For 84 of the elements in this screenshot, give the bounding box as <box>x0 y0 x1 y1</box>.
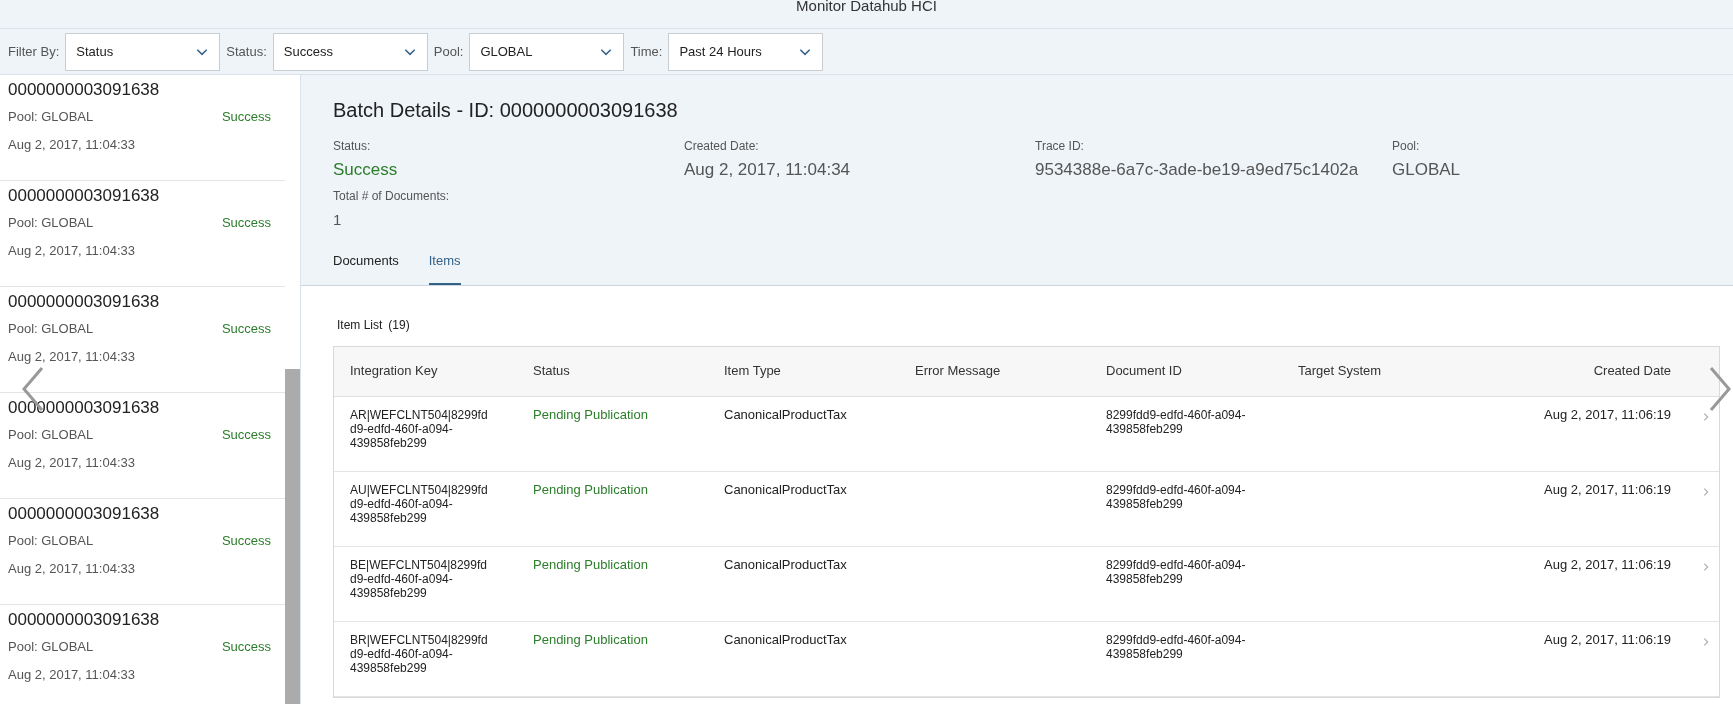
batch-id: 0000000003091638 <box>8 185 161 207</box>
field-value: Aug 2, 2017, 11:04:34 <box>684 159 852 181</box>
table-cell-text: Aug 2, 2017, 11:06:19 <box>1543 557 1671 572</box>
batch-id: 0000000003091638 <box>8 79 161 101</box>
column-header: Document ID <box>1106 362 1183 381</box>
chevron-right-icon <box>1701 486 1711 497</box>
filter-dropdown[interactable]: Success <box>272 32 428 71</box>
column-header: Status <box>533 362 571 381</box>
filter-label: Status: <box>226 42 267 61</box>
item-count: (19) <box>388 316 410 334</box>
column-header: Item Type <box>724 362 782 381</box>
batch-pool: Pool: GLOBAL <box>8 638 94 656</box>
batch-status: Success <box>221 532 272 550</box>
batch-id: 0000000003091638 <box>8 609 161 631</box>
tab[interactable]: Items <box>428 251 461 285</box>
chevron-right-icon <box>1701 411 1711 422</box>
batch-status: Success <box>221 426 272 444</box>
batch-id: 0000000003091638 <box>8 503 161 525</box>
filter-dropdown[interactable]: Status <box>65 32 221 71</box>
field-value: 9534388e-6a7c-3ade-be19-a9ed75c1402a <box>1035 159 1360 181</box>
filter-dropdown[interactable]: GLOBAL <box>469 32 625 71</box>
batch-id: 0000000003091638 <box>8 397 161 419</box>
table-cell-text: AU|WEFCLNT504|8299fdd9-edfd-460f-a094-439858feb299 <box>350 482 489 525</box>
field-value: Success <box>333 159 399 181</box>
batch-date: Aug 2, 2017, 11:04:33 <box>8 559 136 578</box>
batch-pool: Pool: GLOBAL <box>8 320 94 338</box>
field-label: Trace ID: <box>1035 138 1085 155</box>
column-header: Created Date <box>1592 362 1671 381</box>
table-cell-text: Pending Publication <box>533 482 649 497</box>
table-cell-text: Aug 2, 2017, 11:06:19 <box>1543 632 1671 647</box>
batch-status: Success <box>221 108 272 126</box>
table-cell-text: 8299fdd9-edfd-460f-a094-439858feb299 <box>1106 632 1247 661</box>
table-row[interactable]: AR|WEFCLNT504|8299fdd9-edfd-460f-a094-439858feb299 Pending Publication CanonicalProductTax 8299fdd9-edfd-460f-a094-439858feb299 Aug 2, 2017, 11:06:19 <box>334 396 1719 472</box>
table-cell-text: CanonicalProductTax <box>724 407 848 422</box>
table-row[interactable]: BR|WEFCLNT504|8299fdd9-edfd-460f-a094-439858feb299 Pending Publication CanonicalProductTax 8299fdd9-edfd-460f-a094-439858feb299 Aug 2, 2017, 11:06:19 <box>334 621 1719 697</box>
batch-date: Aug 2, 2017, 11:04:33 <box>8 453 136 472</box>
table-row[interactable]: AU|WEFCLNT504|8299fdd9-edfd-460f-a094-439858feb299 Pending Publication CanonicalProductTax 8299fdd9-edfd-460f-a094-439858feb299 Aug 2, 2017, 11:06:19 <box>334 471 1719 547</box>
filter-dropdown[interactable]: Past 24 Hours <box>668 32 824 71</box>
batch-status: Success <box>221 638 272 656</box>
filter-label: Time: <box>630 42 663 61</box>
batch-id: 0000000003091638 <box>8 291 161 313</box>
table-cell-text: Pending Publication <box>533 557 649 572</box>
chevron-right-icon <box>1701 561 1711 572</box>
table-cell-text: CanonicalProductTax <box>724 482 848 497</box>
field-label: Pool: <box>1392 138 1421 155</box>
filter-label: Filter By: <box>8 42 60 61</box>
batch-pool: Pool: GLOBAL <box>8 214 94 232</box>
field-label: Created Date: <box>684 138 760 155</box>
scrollbar-thumb[interactable] <box>285 369 300 704</box>
table-cell-text: Aug 2, 2017, 11:06:19 <box>1543 482 1671 497</box>
table-cell-text: BR|WEFCLNT504|8299fdd9-edfd-460f-a094-439858feb299 <box>350 632 489 675</box>
chevron-right-icon <box>1701 636 1711 647</box>
filter-label: Pool: <box>433 42 464 61</box>
table-cell-text: Pending Publication <box>533 632 649 647</box>
field-value: 1 <box>333 209 343 230</box>
window-title: Monitor Datahub HCI <box>796 0 937 12</box>
table-cell-text: 8299fdd9-edfd-460f-a094-439858feb299 <box>1106 407 1247 436</box>
field-label: Status: <box>333 138 372 155</box>
field-value: GLOBAL <box>1392 159 1462 181</box>
batch-status: Success <box>221 320 272 338</box>
field-label: Total # of Documents: <box>333 187 451 205</box>
table-cell-text: Pending Publication <box>533 407 649 422</box>
table-cell-text: 8299fdd9-edfd-460f-a094-439858feb299 <box>1106 482 1247 511</box>
column-header: Integration Key <box>350 362 439 381</box>
batch-date: Aug 2, 2017, 11:04:33 <box>8 347 136 366</box>
batch-date: Aug 2, 2017, 11:04:33 <box>8 241 136 260</box>
table-cell-text: CanonicalProductTax <box>724 557 848 572</box>
batch-pool: Pool: GLOBAL <box>8 532 94 550</box>
batch-details-title: Batch Details - ID: 0000000003091638 <box>333 98 679 123</box>
item-list-title: Item List <box>337 316 383 334</box>
batch-pool: Pool: GLOBAL <box>8 426 94 444</box>
batch-status: Success <box>221 214 272 232</box>
column-header: Target System <box>1298 362 1383 381</box>
tab[interactable]: Documents <box>333 251 399 285</box>
table-cell-text: 8299fdd9-edfd-460f-a094-439858feb299 <box>1106 557 1247 586</box>
column-header: Error Message <box>915 362 1002 381</box>
table-cell-text: CanonicalProductTax <box>724 632 848 647</box>
batch-date: Aug 2, 2017, 11:04:33 <box>8 135 136 154</box>
table-cell-text: BE|WEFCLNT504|8299fdd9-edfd-460f-a094-439858feb299 <box>350 557 488 600</box>
table-cell-text: Aug 2, 2017, 11:06:19 <box>1543 407 1671 422</box>
batch-date: Aug 2, 2017, 11:04:33 <box>8 665 136 684</box>
batch-pool: Pool: GLOBAL <box>8 108 94 126</box>
table-row[interactable]: BE|WEFCLNT504|8299fdd9-edfd-460f-a094-439858feb299 Pending Publication CanonicalProductTax 8299fdd9-edfd-460f-a094-439858feb299 Aug 2, 2017, 11:06:19 <box>334 546 1719 622</box>
table-cell-text: AR|WEFCLNT504|8299fdd9-edfd-460f-a094-439858feb299 <box>350 407 489 450</box>
